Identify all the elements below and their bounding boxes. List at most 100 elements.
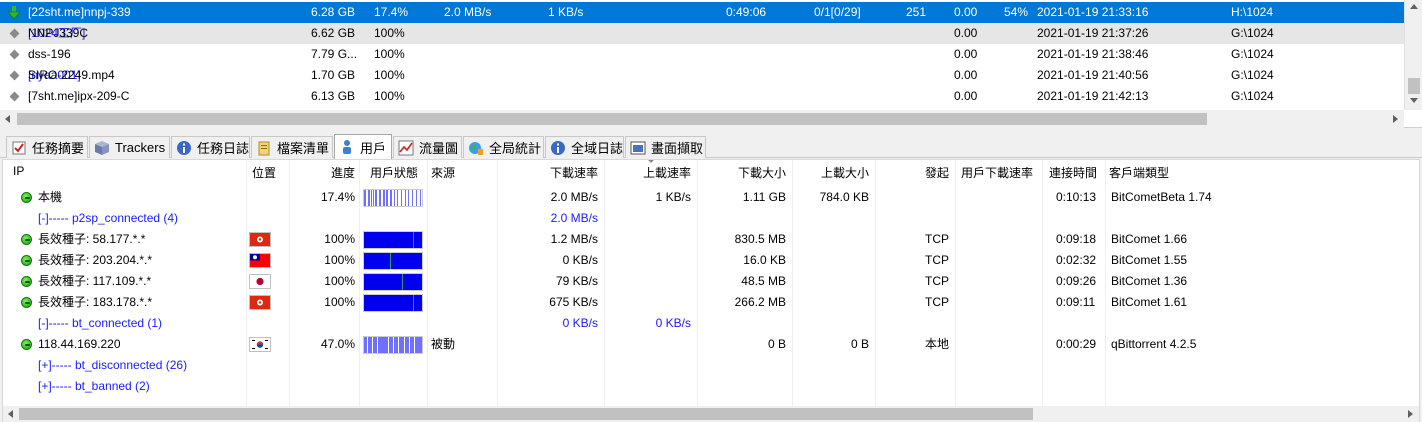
scroll-thumb[interactable] (19, 408, 1033, 420)
peer-status-bar (363, 189, 423, 207)
task-list: [22sht.me]nnpj-339 6.28 GB 17.4% 2.0 MB/s 1 … (0, 0, 1422, 128)
peer-group-label[interactable]: [-]----- bt_connected (1) (38, 313, 162, 334)
progress-piece (376, 190, 378, 206)
progress-piece (389, 337, 391, 353)
peer-connection-time: 0:09:11 (1056, 295, 1096, 309)
info-icon (550, 140, 571, 156)
progress-piece (397, 190, 399, 206)
peer-progress: 100% (324, 274, 355, 288)
progress-marker (413, 295, 415, 311)
task-name: NNPJ339C [1024工厂] (28, 23, 88, 44)
peer-group-label[interactable]: [-]----- p2sp_connected (4) (38, 208, 178, 229)
task-added-time: 2021-01-19 21:40:56 (1037, 68, 1149, 82)
peer-group-label[interactable]: [+]----- bt_disconnected (26) (38, 355, 187, 376)
progress-fill (364, 274, 422, 290)
progress-piece (365, 337, 367, 353)
progress-fill (364, 253, 422, 269)
screenshot-icon (630, 140, 651, 156)
tab-2[interactable]: 任務日誌 (171, 136, 250, 158)
tab-label: Trackers (115, 140, 166, 155)
tab-6[interactable]: 全局統計 (463, 136, 544, 158)
group-download-speed: 2.0 MB/s (550, 211, 598, 225)
tab-7[interactable]: 全域日誌 (545, 136, 624, 158)
scroll-down-icon[interactable] (1410, 98, 1418, 103)
progress-piece (371, 337, 373, 353)
column-header-ip[interactable]: IP (13, 164, 24, 178)
column-header-conn-time[interactable]: 連接時間 (1049, 164, 1097, 181)
tab-4[interactable]: 用戶 (334, 134, 392, 159)
column-header-peer-dl-speed[interactable]: 用戶下載速率 (961, 164, 1033, 181)
progress-piece (391, 190, 393, 206)
detail-tab-bar: 任務摘要 Trackers 任務日誌 檔案清單 用戶 流量圖 全局統計 全域日誌 畫面擷取 (0, 134, 1422, 159)
peer-client: BitComet 1.66 (1111, 232, 1188, 246)
peer-group-row[interactable]: [+]----- bt_disconnected (26) (3, 355, 1421, 376)
task-eta: 0:49:06 (726, 5, 767, 19)
peer-download-speed: 0 KB/s (562, 253, 598, 267)
task-save-path: G:\1024 (1231, 89, 1274, 103)
tab-5[interactable]: 流量圖 (393, 136, 462, 158)
task-row[interactable]: [22sht.me]nnpj-339 6.28 GB 17.4% 2.0 MB/s 1 … (0, 2, 1404, 23)
peer-status-bar (363, 231, 423, 249)
progress-piece (387, 190, 389, 206)
scroll-right-icon[interactable] (1408, 410, 1413, 418)
task-added-time: 2021-01-19 21:42:13 (1037, 89, 1149, 103)
scroll-thumb[interactable] (1408, 78, 1420, 94)
peer-row[interactable]: 118.44.169.220 47.0% 被動 0 B0 B 本地 0:00:29 qBit… (3, 334, 1421, 355)
peer-row[interactable]: 本機 17.4% 2.0 MB/s 1 KB/s 1.11 GB 784.0 KB 0:10… (3, 187, 1421, 208)
peer-row[interactable]: 長效種子: 203.204.*.* 100% 0 KB/s 16.0 KB TCP 0:0… (3, 250, 1421, 271)
progress-piece (408, 337, 410, 353)
tab-1[interactable]: Trackers (89, 136, 170, 158)
column-header-progress[interactable]: 進度 (235, 164, 355, 181)
scroll-right-icon[interactable] (1393, 115, 1398, 123)
tab-3[interactable]: 檔案清單 (251, 136, 333, 158)
peer-download-speed: 675 KB/s (549, 295, 598, 309)
peer-initiated: TCP (925, 295, 949, 309)
task-row[interactable]: NNPJ339C [1024工厂] 6.62 GB 100% 0.00 2021-01-… (0, 23, 1404, 44)
column-header-initiated[interactable]: 發起 (829, 164, 949, 181)
peer-uploaded: 784.0 KB (819, 190, 869, 204)
peer-horizontal-scrollbar[interactable] (3, 406, 1419, 422)
column-header-client[interactable]: 客戶端類型 (1109, 164, 1169, 181)
task-row[interactable]: dss-196 7.79 G... 100% 0.00 2021-01-19 21:38… (0, 44, 1404, 65)
progress-piece (415, 190, 417, 206)
peer-row[interactable]: 長效種子: 117.109.*.* 100% 79 KB/s 48.5 MB TCP 0:… (3, 271, 1421, 292)
task-added-time: 2021-01-19 21:37:26 (1037, 26, 1149, 40)
tab-8[interactable]: 畫面擷取 (625, 136, 706, 158)
scroll-thumb[interactable] (17, 113, 1207, 125)
peer-downloaded: 16.0 KB (743, 253, 786, 267)
column-header-source[interactable]: 來源 (431, 164, 455, 181)
task-vertical-scrollbar[interactable] (1404, 0, 1422, 110)
task-name-text: [7sht.me]ipx-209-C (28, 89, 130, 103)
scroll-left-icon[interactable] (5, 115, 10, 123)
scroll-left-icon[interactable] (8, 410, 13, 418)
task-row[interactable]: [7sht.me]ipx-209-C 6.13 GB 100% 0.00 2021-01… (0, 86, 1404, 107)
task-horizontal-scrollbar[interactable] (0, 110, 1404, 128)
peer-ip: 長效種子: 117.109.*.* (38, 274, 152, 288)
progress-piece (421, 337, 422, 353)
column-header-status[interactable]: 用戶狀態 (370, 164, 418, 181)
peer-downloaded: 266.2 MB (734, 295, 786, 309)
peer-row[interactable]: 長效種子: 58.177.*.* 100% 1.2 MB/s 830.5 MB TCP 0… (3, 229, 1421, 250)
peer-row[interactable]: 長效種子: 183.178.*.* 100% 675 KB/s 266.2 MB TCP… (3, 292, 1421, 313)
peer-client: BitComet 1.36 (1111, 274, 1188, 288)
progress-piece (375, 337, 376, 353)
task-peers: 251 (906, 5, 927, 19)
peer-group-row[interactable]: [-]----- bt_connected (1) 0 KB/s 0 KB/s (3, 313, 1421, 334)
peer-connected-icon (21, 339, 32, 350)
task-name: SIRO-2249.mp4 [nyaa001] (28, 65, 115, 86)
peer-group-row[interactable]: [-]----- p2sp_connected (4) 2.0 MB/s (3, 208, 1421, 229)
tab-0[interactable]: 任務摘要 (6, 136, 88, 158)
tab-label: 用戶 (360, 140, 387, 156)
group-upload-speed: 0 KB/s (655, 316, 691, 330)
scroll-up-icon[interactable] (1410, 4, 1418, 9)
progress-piece (372, 190, 374, 206)
task-row[interactable]: SIRO-2249.mp4 [nyaa001] 1.70 GB 100% 0.00 20… (0, 65, 1404, 86)
task-share-ratio: 0.00 (954, 47, 978, 61)
task-seeds: 0/1[0/29] (814, 5, 861, 19)
task-share-ratio: 0.00 (954, 68, 978, 82)
peer-group-label[interactable]: [+]----- bt_banned (2) (38, 376, 150, 397)
task-save-path: G:\1024 (1231, 26, 1274, 40)
progress-piece (412, 190, 414, 206)
files-icon (256, 140, 277, 156)
peer-group-row[interactable]: [+]----- bt_banned (2) (3, 376, 1421, 397)
